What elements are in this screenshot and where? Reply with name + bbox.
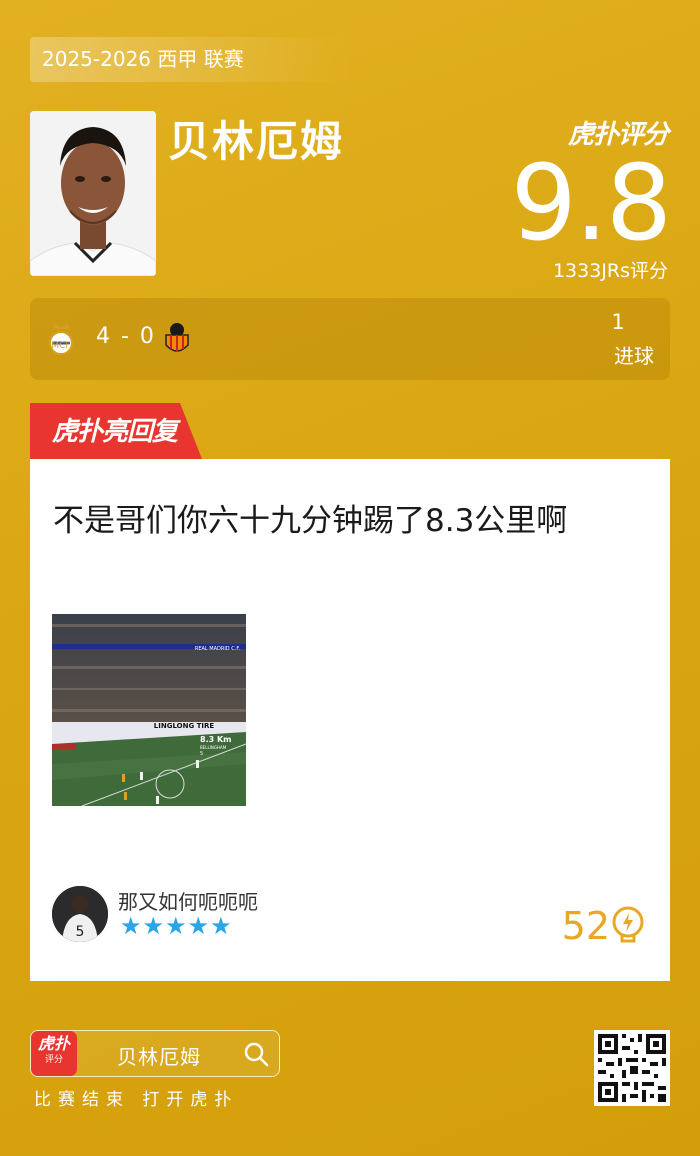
svg-text:5: 5 bbox=[76, 924, 85, 940]
player-name: 贝林厄姆 bbox=[168, 117, 345, 166]
rating-stars: ★★★★★ bbox=[120, 912, 233, 940]
footer-caption: 比赛结束 打开虎扑 bbox=[34, 1090, 239, 1110]
player-score: 9.8 bbox=[510, 142, 672, 264]
like-count: 52 bbox=[561, 904, 610, 948]
goals-value: 1 bbox=[611, 310, 625, 334]
comment-text: 不是哥们你六十九分钟踢了8.3公里啊 bbox=[53, 503, 568, 539]
valencia-crest-icon bbox=[165, 323, 189, 352]
clip-name-text: BELLINGHAM bbox=[200, 745, 227, 750]
qr-code bbox=[594, 1030, 670, 1106]
clip-banner-text: LINGLONG TIRE bbox=[154, 722, 215, 730]
player-photo bbox=[30, 111, 156, 276]
comment-card[interactable]: 不是哥们你六十九分钟踢了8.3公里啊 REAL MADRID C.F. LING… bbox=[30, 459, 670, 981]
match-score: 4 - 0 bbox=[96, 324, 156, 349]
app-icon-text: 虎扑 bbox=[37, 1034, 70, 1053]
clip-club-text: REAL MADRID C.F. bbox=[195, 646, 241, 652]
svg-text:MCF: MCF bbox=[51, 341, 70, 351]
avatar[interactable]: 5 bbox=[52, 886, 108, 942]
clip-number-text: 5 bbox=[200, 751, 203, 757]
search-icon[interactable] bbox=[243, 1041, 269, 1067]
lightbulb-icon[interactable] bbox=[610, 905, 646, 947]
video-thumbnail[interactable]: REAL MADRID C.F. LINGLONG TIRE 8.3 Km BE… bbox=[52, 614, 246, 806]
app-icon-sub: 评分 bbox=[44, 1055, 63, 1065]
hupu-app-icon[interactable]: 虎扑 评分 bbox=[31, 1031, 77, 1076]
season-label: 2025-2026 西甲 联赛 bbox=[30, 37, 350, 82]
search-bar[interactable]: 虎扑 评分 贝林厄姆 bbox=[30, 1030, 280, 1077]
highlight-reply-tag: 虎扑亮回复 bbox=[30, 403, 202, 459]
clip-distance-text: 8.3 Km bbox=[200, 735, 232, 744]
match-summary: MCF 4 - 0 1 进球 bbox=[30, 298, 670, 380]
username[interactable]: 那又如何呃呃呃 bbox=[118, 886, 258, 915]
rating-count: 1333JRs评分 bbox=[552, 260, 668, 282]
goals-label: 进球 bbox=[614, 344, 654, 368]
real-madrid-crest-icon: MCF bbox=[49, 324, 73, 355]
search-query: 贝林厄姆 bbox=[117, 1045, 201, 1069]
